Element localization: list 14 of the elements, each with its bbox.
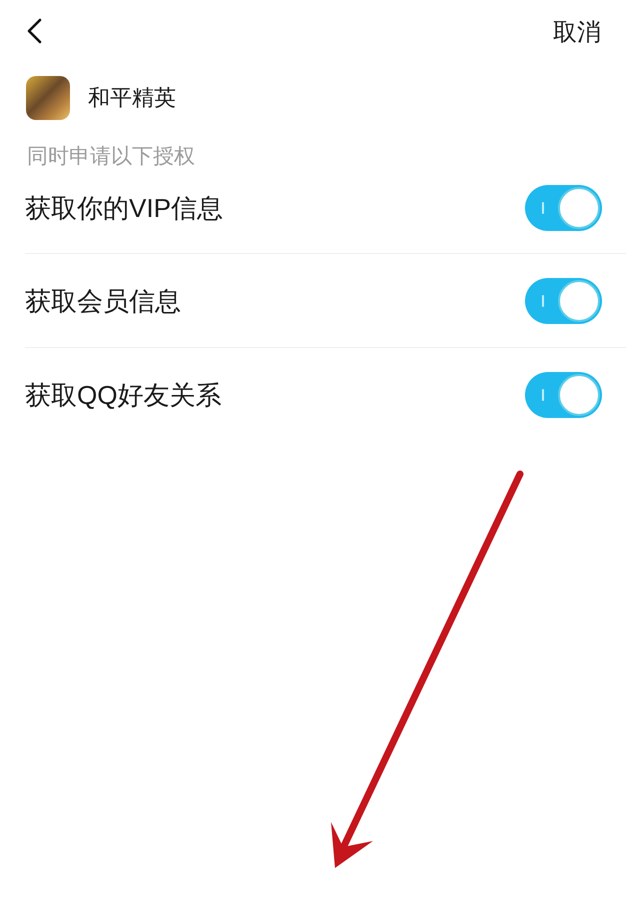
back-icon [26,18,42,44]
permission-label: 获取QQ好友关系 [25,378,222,410]
permission-label: 获取会员信息 [25,284,181,316]
toggle-switch[interactable] [525,185,602,231]
toggle-knob [558,187,600,229]
toggle-switch[interactable] [525,278,602,324]
toggle-knob [558,280,600,322]
section-subtitle: 同时申请以下授权 [27,144,195,170]
app-name: 和平精英 [88,84,176,112]
cancel-button[interactable]: 取消 [553,18,601,48]
toggle-switch[interactable] [525,372,602,418]
app-icon [26,76,70,120]
toggle-knob [558,374,600,416]
permission-label: 获取你的VIP信息 [25,192,223,224]
